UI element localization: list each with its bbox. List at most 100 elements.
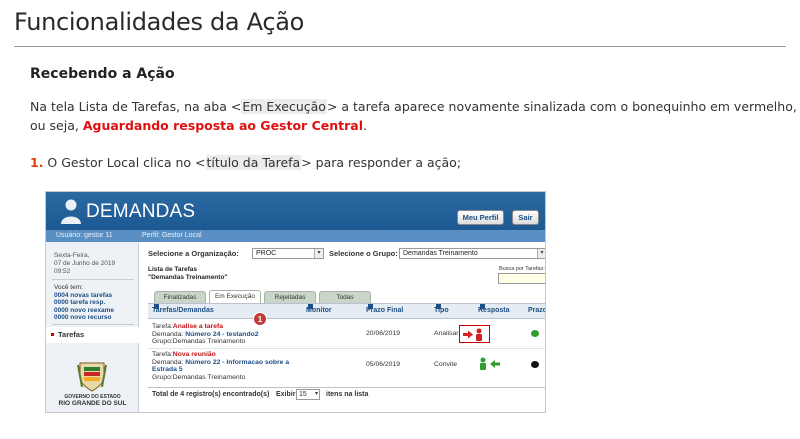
app-title: DEMANDAS <box>86 201 196 222</box>
tab-rejeitadas[interactable]: Rejeitadas <box>264 291 316 303</box>
grupo-cell: Grupo:Demandas Treinamento <box>152 373 246 381</box>
tab-todas[interactable]: Todas <box>319 291 371 303</box>
exibir-select[interactable]: 15 ▾ <box>296 389 320 400</box>
step-target: título da Tarefa <box>205 155 302 170</box>
p1-before: Na tela Lista de Tarefas, na aba < <box>30 99 242 114</box>
sidebar-item-label: Tarefas <box>58 330 85 339</box>
sort-icon <box>308 304 313 309</box>
person-arrow-red-icon[interactable] <box>462 328 488 341</box>
tarefa-prefix: Tarefa: <box>152 351 173 358</box>
p1-line2-after: . <box>362 118 367 133</box>
step-number: 1. <box>30 155 44 170</box>
table-header: Tarefas/Demandas Monitor Prazo Final Tip… <box>148 303 546 319</box>
tarefa-prefix: Tarefa: <box>152 323 173 330</box>
lista-title: Lista de Tarefas "Demandas Treinamento" <box>148 266 228 281</box>
tarefa-cell: Tarefa:Nova reunião <box>152 351 216 359</box>
tab-finalizadas[interactable]: Finalizadas <box>154 291 206 303</box>
table-footer: Total de 4 registro(s) encontrado(s) Exi… <box>148 387 545 401</box>
status-indicator-icon <box>531 361 539 368</box>
sidebar: Sexta-Feira, 07 de Junho de 2019 09:52 V… <box>46 242 139 412</box>
itens-label: itens na lista <box>326 391 369 398</box>
title-divider <box>14 46 786 47</box>
org-label: Selecione a Organização: <box>148 249 239 258</box>
tarefa-title-link[interactable]: Analise a tarefa <box>173 323 223 330</box>
time-line: 09:52 <box>54 268 71 275</box>
step-after: > para responder a ação; <box>301 155 462 170</box>
sort-icon <box>480 304 485 309</box>
app-header: DEMANDAS Meu Perfil Sair <box>46 192 545 230</box>
tab-em-execucao[interactable]: Em Execução <box>209 290 261 303</box>
sidebar-date: Sexta-Feira, 07 de Junho de 2019 09:52 <box>54 252 134 276</box>
p1-line2-before: ou seja, <box>30 118 83 133</box>
main-panel: Selecione a Organização: PROC ▾ Selecion… <box>140 242 546 412</box>
step-paragraph: 1. O Gestor Local clica no <título da Ta… <box>30 153 461 172</box>
step-badge: 1 <box>253 312 267 326</box>
p1-after: > a tarefa aparece novamente sinalizada … <box>326 99 797 114</box>
step-before: O Gestor Local clica no < <box>43 155 206 170</box>
novas-tarefas-link[interactable]: 0004 novas tarefas <box>54 292 138 300</box>
intro-paragraph: Na tela Lista de Tarefas, na aba <Em Exe… <box>30 97 797 135</box>
page-title: Funcionalidades da Ação <box>14 8 305 36</box>
sair-button[interactable]: Sair <box>512 210 539 225</box>
state-emblem-icon <box>77 362 107 392</box>
org-select[interactable]: PROC ▾ <box>252 248 324 259</box>
demanda-prefix: Demanda: <box>152 330 186 338</box>
col-label: Tarefas/Demandas <box>152 307 214 314</box>
chevron-down-icon: ▾ <box>314 249 323 258</box>
grupo-cell: Grupo:Demandas Treinamento <box>152 338 246 345</box>
status-indicator-icon <box>531 330 539 337</box>
tarefa-title-link[interactable]: Nova reunião <box>173 351 216 358</box>
lista-line1: Lista de Tarefas <box>148 266 198 273</box>
chevron-down-icon: ▾ <box>537 249 545 258</box>
date-line: 07 de Junho de 2019 <box>54 260 116 267</box>
sort-icon <box>154 304 159 309</box>
sidebar-item-tarefas[interactable]: Tarefas <box>46 327 139 343</box>
demanda-cell: Demanda: Número 24 - testando2 <box>152 331 259 339</box>
profile-label: Perfil: Gestor Local <box>142 232 202 239</box>
sort-icon <box>368 304 373 309</box>
user-bar: Usuário: gestor 11 Perfil: Gestor Local <box>46 230 545 242</box>
meu-perfil-button[interactable]: Meu Perfil <box>457 210 504 225</box>
section-heading: Recebendo a Ação <box>30 66 175 82</box>
gov-label: GOVERNO DO ESTADO RIO GRANDE DO SUL <box>46 394 139 407</box>
date-line: Sexta-Feira, <box>54 252 90 259</box>
status-text: Aguardando resposta ao Gestor Central <box>82 118 363 133</box>
demanda-link-cont[interactable]: Estrada 5 <box>152 366 183 374</box>
exibir-value: 15 <box>299 391 307 398</box>
chevron-down-icon: ▾ <box>314 391 318 397</box>
org-value: PROC <box>256 250 277 257</box>
exibir-label: Exibir <box>276 391 296 398</box>
lista-line2: "Demandas Treinamento" <box>148 273 228 281</box>
tipo-cell: Convite <box>434 361 458 368</box>
divider <box>52 279 134 280</box>
tarefa-cell: Tarefa:Analise a tarefa <box>152 323 223 331</box>
demanda-cell: Demanda: Número 22 - Informacao sobre a <box>152 359 289 367</box>
group-label: Selecione o Grupo: <box>329 249 398 258</box>
user-icon <box>61 199 81 224</box>
demanda-prefix: Demanda: <box>152 358 186 366</box>
tab-bar: Finalizadas Em Execução Rejeitadas Todas <box>148 290 545 303</box>
demandas-screenshot: DEMANDAS Meu Perfil Sair Usuário: gestor… <box>45 191 546 413</box>
col-prazo: Prazo <box>528 307 546 314</box>
prazo-final-cell: 20/06/2019 <box>366 330 401 337</box>
table-row: Tarefa:Nova reunião Demanda: Número 22 -… <box>148 348 545 381</box>
bullet-icon <box>51 333 54 336</box>
tipo-cell: Analisar <box>434 330 459 337</box>
divider <box>52 324 134 325</box>
busca-label: Busca por Tarefas: <box>499 266 545 272</box>
voce-tem-label: Você tem: <box>54 284 83 291</box>
demanda-link[interactable]: Número 22 - Informacao sobre a <box>185 359 289 366</box>
notifications: Você tem: 0004 novas tarefas 0000 tarefa… <box>54 284 138 322</box>
sort-icon <box>436 304 441 309</box>
novo-reexame-link[interactable]: 0000 novo reexame <box>54 307 138 315</box>
gov-line2: RIO GRANDE DO SUL <box>58 400 127 407</box>
total-count: Total de 4 registro(s) encontrado(s) <box>152 391 270 398</box>
novo-recurso-link[interactable]: 0000 novo recurso <box>54 314 138 322</box>
tarefa-resp-link[interactable]: 0000 tarefa resp. <box>54 299 138 307</box>
group-value: Demandas Treinamento <box>403 250 478 257</box>
user-label: Usuário: gestor 11 <box>56 232 113 239</box>
group-select[interactable]: Demandas Treinamento ▾ <box>399 248 545 259</box>
person-arrow-green-icon[interactable] <box>478 357 502 371</box>
search-input[interactable] <box>498 273 545 284</box>
demanda-link[interactable]: Número 24 - testando2 <box>185 331 258 338</box>
